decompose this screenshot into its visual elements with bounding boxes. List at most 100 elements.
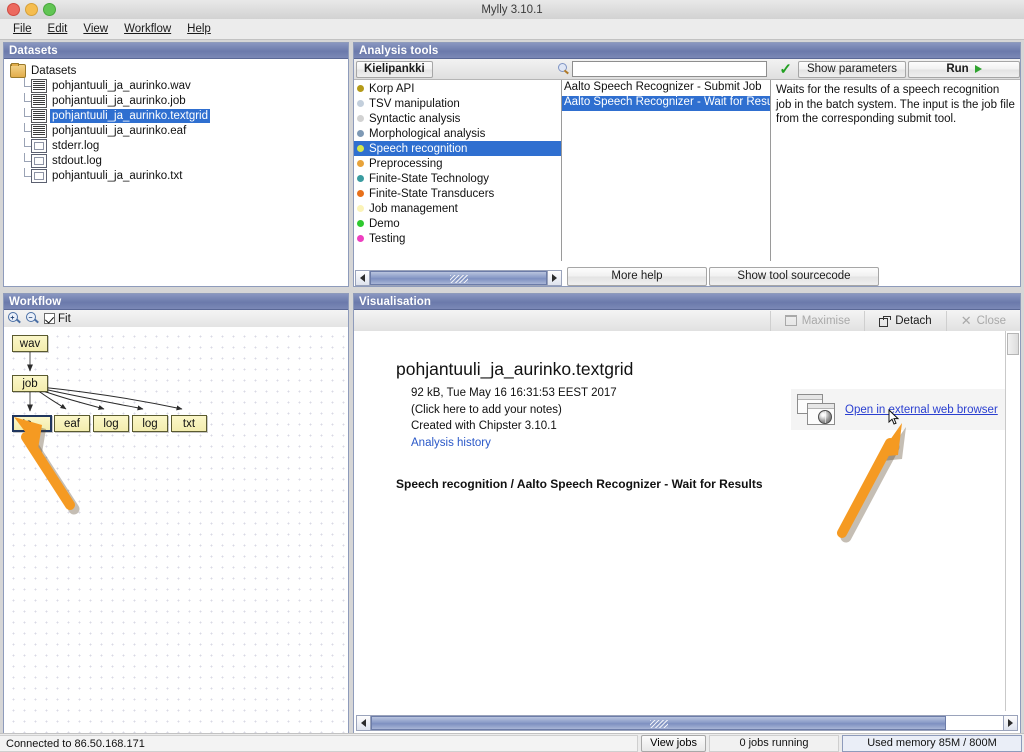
menu-file[interactable]: File (5, 22, 40, 36)
category-label: Job management (369, 202, 458, 215)
fit-checkbox[interactable]: Fit (44, 313, 71, 325)
run-button[interactable]: Run (908, 60, 1020, 78)
checkbox-icon[interactable] (44, 313, 55, 324)
tree-elbow (20, 77, 31, 93)
workflow-node-wav[interactable]: wav (12, 335, 48, 352)
menu-view[interactable]: View (75, 22, 116, 36)
detach-button[interactable]: Detach (864, 310, 945, 331)
scroll-track[interactable] (370, 271, 547, 285)
menu-edit[interactable]: Edit (40, 22, 76, 36)
open-in-browser-row[interactable]: Open in external web browser (791, 389, 1020, 430)
dataset-row-stdout[interactable]: stdout.log (10, 152, 348, 168)
category-label: Demo (369, 217, 400, 230)
category-demo[interactable]: Demo (354, 216, 561, 231)
tool-list[interactable]: Aalto Speech Recognizer - Submit Job Aal… (562, 80, 771, 261)
visualisation-panel: Visualisation Maximise Detach ✕ Close po… (353, 293, 1021, 734)
web-browser-icon (797, 393, 837, 426)
dataset-label: pohjantuuli_ja_aurinko.wav (52, 79, 191, 92)
category-label: Preprocessing (369, 157, 443, 170)
workflow-node-log-2[interactable]: log (132, 415, 168, 432)
category-testing[interactable]: Testing (354, 231, 561, 246)
scroll-thumb[interactable] (371, 716, 947, 730)
menu-workflow[interactable]: Workflow (116, 22, 179, 36)
dataset-label-selected: pohjantuuli_ja_aurinko.textgrid (50, 108, 210, 123)
scroll-right-arrow-icon[interactable] (547, 271, 561, 285)
workflow-node-log-1[interactable]: log (93, 415, 129, 432)
category-finite-state-technology[interactable]: Finite-State Technology (354, 171, 561, 186)
category-bullet-icon (357, 175, 364, 182)
maximise-label: Maximise (801, 314, 851, 327)
show-parameters-button[interactable]: Show parameters (798, 60, 906, 78)
tool-item-wait-for-results[interactable]: Aalto Speech Recognizer - Wait for Resul… (562, 96, 770, 111)
close-icon: ✕ (960, 313, 972, 328)
close-visualisation-button[interactable]: ✕ Close (945, 310, 1020, 331)
category-preprocessing[interactable]: Preprocessing (354, 156, 561, 171)
analysis-tools-panel-title: Analysis tools (354, 43, 1020, 59)
dataset-label: stdout.log (52, 154, 102, 167)
scroll-thumb[interactable] (370, 271, 547, 285)
open-in-external-web-browser-link[interactable]: Open in external web browser (845, 404, 998, 416)
category-morphological-analysis[interactable]: Morphological analysis (354, 126, 561, 141)
category-label: Finite-State Transducers (369, 187, 495, 200)
workflow-node-textgrid[interactable]: te... (12, 415, 52, 432)
data-file-icon (31, 123, 47, 138)
tree-elbow (20, 122, 31, 138)
visualisation-body: pohjantuuli_ja_aurinko.textgrid 92 kB, T… (354, 331, 1020, 711)
analysis-history-link[interactable]: Analysis history (411, 435, 1020, 452)
category-finite-state-transducers[interactable]: Finite-State Transducers (354, 186, 561, 201)
category-label: Korp API (369, 82, 415, 95)
folder-icon (10, 62, 26, 78)
show-tool-sourcecode-button[interactable]: Show tool sourcecode (709, 267, 879, 286)
workflow-edges (27, 352, 183, 412)
view-jobs-button[interactable]: View jobs (641, 734, 706, 752)
category-speech-recognition[interactable]: Speech recognition (354, 141, 561, 156)
tree-root-label: Datasets (31, 64, 77, 77)
menu-view-label: View (83, 23, 109, 35)
maximise-button[interactable]: Maximise (769, 310, 865, 331)
maximise-icon (784, 315, 797, 326)
scroll-track[interactable] (371, 716, 1003, 730)
visualisation-vertical-scrollbar[interactable] (1005, 331, 1020, 711)
category-bullet-icon (357, 205, 364, 212)
analysis-tools-columns: Korp API TSV manipulation Syntactic anal… (354, 80, 1020, 261)
visualisation-toolbar: Maximise Detach ✕ Close (354, 310, 1020, 332)
workflow-canvas[interactable]: wav job te... eaf log log txt (4, 327, 348, 733)
category-syntactic-analysis[interactable]: Syntactic analysis (354, 111, 561, 126)
dataset-label: pohjantuuli_ja_aurinko.txt (52, 169, 183, 182)
tool-item-submit-job[interactable]: Aalto Speech Recognizer - Submit Job (562, 81, 770, 96)
dataset-row-job[interactable]: pohjantuuli_ja_aurinko.job (10, 92, 348, 108)
scroll-thumb[interactable] (1007, 333, 1019, 355)
scroll-right-arrow-icon[interactable] (1003, 716, 1017, 730)
dataset-row-txt[interactable]: pohjantuuli_ja_aurinko.txt (10, 167, 348, 183)
dataset-row-textgrid[interactable]: pohjantuuli_ja_aurinko.textgrid (10, 107, 348, 123)
category-korp-api[interactable]: Korp API (354, 81, 561, 96)
run-button-label: Run (946, 62, 969, 75)
visualisation-horizontal-scrollbar[interactable] (356, 715, 1018, 731)
search-input[interactable] (572, 61, 768, 77)
tool-source-button[interactable]: Kielipankki (356, 60, 433, 78)
tool-list-horizontal-scrollbar[interactable] (355, 270, 562, 286)
zoom-out-icon[interactable]: − (26, 312, 39, 325)
zoom-in-icon[interactable]: + (8, 312, 21, 325)
category-bullet-icon (357, 220, 364, 227)
menu-help[interactable]: Help (179, 22, 219, 36)
scroll-left-arrow-icon[interactable] (357, 716, 371, 730)
text-file-icon (31, 168, 47, 183)
dataset-row-stderr[interactable]: stderr.log (10, 137, 348, 153)
window-title: Mylly 3.10.1 (481, 3, 543, 16)
category-job-management[interactable]: Job management (354, 201, 561, 216)
workflow-node-job[interactable]: job (12, 375, 48, 392)
category-label: Finite-State Technology (369, 172, 489, 185)
tree-root-datasets[interactable]: Datasets (10, 62, 348, 78)
scroll-left-arrow-icon[interactable] (356, 271, 370, 285)
analysis-tools-bottom-bar: More help Show tool sourcecode (354, 261, 1020, 286)
category-label: TSV manipulation (369, 97, 460, 110)
dataset-row-eaf[interactable]: pohjantuuli_ja_aurinko.eaf (10, 122, 348, 138)
detach-icon (879, 315, 892, 327)
dataset-row-wav[interactable]: pohjantuuli_ja_aurinko.wav (10, 77, 348, 93)
category-tsv-manipulation[interactable]: TSV manipulation (354, 96, 561, 111)
tool-category-list[interactable]: Korp API TSV manipulation Syntactic anal… (354, 80, 562, 261)
workflow-node-txt[interactable]: txt (171, 415, 207, 432)
more-help-button[interactable]: More help (567, 267, 707, 286)
workflow-node-eaf[interactable]: eaf (54, 415, 90, 432)
